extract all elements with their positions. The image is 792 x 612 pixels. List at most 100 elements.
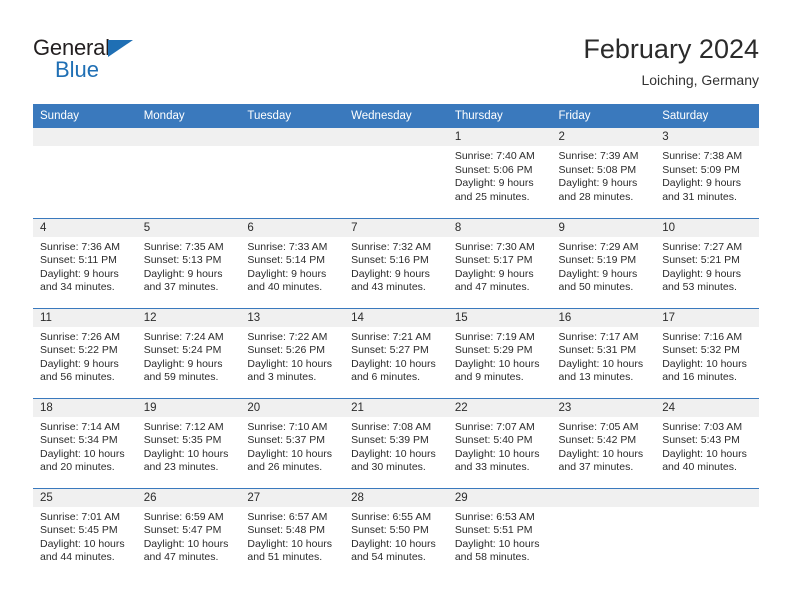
calendar-day-cell-empty: [33, 128, 137, 218]
daylight-text-line2: and 13 minutes.: [558, 371, 634, 384]
sunrise-text: Sunrise: 7:16 AM: [662, 330, 743, 343]
calendar-day-cell[interactable]: 27 Sunrise: 6:57 AM Sunset: 5:48 PM Dayligh…: [240, 487, 345, 578]
calendar-day-cell[interactable]: 15 Sunrise: 7:19 AM Sunset: 5:29 PM Dayligh…: [447, 307, 552, 398]
calendar-day-cell[interactable]: 20 Sunrise: 7:10 AM Sunset: 5:37 PM Dayligh…: [240, 397, 345, 488]
sunset-text: Sunset: 5:37 PM: [247, 434, 326, 447]
sunset-text: Sunset: 5:40 PM: [454, 434, 533, 447]
calendar-day-cell[interactable]: 23 Sunrise: 7:05 AM Sunset: 5:42 PM Dayligh…: [551, 397, 656, 488]
day-number: 26: [136, 488, 241, 507]
calendar-day-cell[interactable]: 3 Sunrise: 7:38 AM Sunset: 5:09 PM Daylight…: [655, 128, 759, 218]
day-details: [655, 507, 759, 511]
day-number: 5: [136, 218, 241, 237]
daylight-text-line1: Daylight: 10 hours: [454, 357, 540, 370]
sunrise-text: Sunrise: 7:01 AM: [40, 510, 120, 523]
calendar-day-cell[interactable]: 16 Sunrise: 7:17 AM Sunset: 5:31 PM Dayligh…: [551, 307, 656, 398]
sunset-text: Sunset: 5:42 PM: [558, 434, 637, 447]
calendar-day-cell[interactable]: 2 Sunrise: 7:39 AM Sunset: 5:08 PM Daylight…: [551, 128, 656, 218]
day-number: 4: [33, 218, 137, 237]
daylight-text-line1: Daylight: 9 hours: [454, 177, 534, 190]
calendar-day-cell[interactable]: 13 Sunrise: 7:22 AM Sunset: 5:26 PM Dayligh…: [240, 307, 345, 398]
daylight-text-line2: and 44 minutes.: [40, 551, 115, 564]
day-number: 28: [344, 488, 448, 507]
day-number: 14: [344, 308, 448, 327]
logo-text-blue: Blue: [55, 57, 100, 82]
day-details: [240, 146, 344, 150]
day-number: 3: [655, 128, 759, 146]
calendar-day-cell[interactable]: 18 Sunrise: 7:14 AM Sunset: 5:34 PM Dayligh…: [33, 397, 137, 488]
sunrise-text: Sunrise: 7:10 AM: [247, 420, 328, 433]
daylight-text-line2: and 16 minutes.: [662, 371, 737, 384]
daylight-text-line1: Daylight: 10 hours: [247, 357, 333, 370]
day-details: [344, 146, 448, 150]
calendar-day-cell[interactable]: 19 Sunrise: 7:12 AM Sunset: 5:35 PM Dayligh…: [136, 397, 241, 488]
calendar-day-cell-empty: [344, 128, 448, 218]
day-details: Sunrise: 7:17 AM Sunset: 5:31 PM Daylight:…: [552, 327, 656, 385]
calendar-day-cell[interactable]: 29 Sunrise: 6:53 AM Sunset: 5:51 PM Dayligh…: [447, 487, 552, 578]
calendar-day-cell[interactable]: 22 Sunrise: 7:07 AM Sunset: 5:40 PM Dayligh…: [447, 397, 552, 488]
sunrise-text: Sunrise: 6:59 AM: [143, 510, 224, 523]
sunrise-text: Sunrise: 7:07 AM: [454, 420, 535, 433]
sunrise-text: Sunrise: 7:32 AM: [351, 240, 432, 253]
calendar-day-cell[interactable]: 10 Sunrise: 7:27 AM Sunset: 5:21 PM Dayligh…: [655, 217, 759, 308]
day-details: Sunrise: 6:57 AM Sunset: 5:48 PM Daylight:…: [240, 507, 344, 565]
weekday-header-wednesday: Wednesday: [344, 104, 448, 128]
sunset-text: Sunset: 5:47 PM: [143, 524, 222, 537]
daylight-text-line1: Daylight: 9 hours: [40, 357, 119, 370]
day-details: Sunrise: 6:59 AM Sunset: 5:47 PM Daylight:…: [137, 507, 241, 565]
day-number: 19: [136, 398, 241, 417]
calendar-day-cell[interactable]: 14 Sunrise: 7:21 AM Sunset: 5:27 PM Dayligh…: [344, 307, 448, 398]
day-details: Sunrise: 7:05 AM Sunset: 5:42 PM Daylight:…: [552, 417, 656, 475]
day-details: Sunrise: 7:21 AM Sunset: 5:27 PM Daylight:…: [344, 327, 448, 385]
sunrise-text: Sunrise: 7:19 AM: [454, 330, 535, 343]
weekday-header-saturday: Saturday: [655, 104, 759, 128]
weekday-header-thursday: Thursday: [447, 104, 552, 128]
calendar-day-cell[interactable]: 7 Sunrise: 7:32 AM Sunset: 5:16 PM Daylight…: [344, 217, 448, 308]
calendar-day-cell[interactable]: 8 Sunrise: 7:30 AM Sunset: 5:17 PM Daylight…: [447, 217, 552, 308]
daylight-text-line1: Daylight: 10 hours: [662, 447, 747, 460]
sunrise-text: Sunrise: 7:05 AM: [558, 420, 639, 433]
sunrise-text: Sunrise: 7:33 AM: [247, 240, 328, 253]
calendar-day-cell[interactable]: 21 Sunrise: 7:08 AM Sunset: 5:39 PM Dayligh…: [344, 397, 448, 488]
calendar-day-cell[interactable]: 6 Sunrise: 7:33 AM Sunset: 5:14 PM Daylight…: [240, 217, 345, 308]
weekday-header-tuesday: Tuesday: [240, 104, 345, 128]
sunset-text: Sunset: 5:45 PM: [40, 524, 118, 537]
sunrise-text: Sunrise: 7:35 AM: [143, 240, 224, 253]
calendar-day-cell-empty: [136, 128, 241, 218]
day-details: Sunrise: 7:33 AM Sunset: 5:14 PM Daylight:…: [240, 237, 344, 295]
sunset-text: Sunset: 5:13 PM: [143, 254, 222, 267]
day-details: Sunrise: 6:53 AM Sunset: 5:51 PM Daylight:…: [448, 507, 552, 565]
calendar-day-cell[interactable]: 17 Sunrise: 7:16 AM Sunset: 5:32 PM Dayligh…: [655, 307, 759, 398]
daylight-text-line1: Daylight: 10 hours: [351, 537, 436, 550]
day-details: Sunrise: 7:26 AM Sunset: 5:22 PM Daylight:…: [33, 327, 137, 385]
calendar-day-cell[interactable]: 26 Sunrise: 6:59 AM Sunset: 5:47 PM Dayligh…: [136, 487, 241, 578]
sunset-text: Sunset: 5:31 PM: [558, 344, 637, 357]
calendar-day-cell[interactable]: 28 Sunrise: 6:55 AM Sunset: 5:50 PM Dayligh…: [344, 487, 448, 578]
logo-text-general: General: [33, 35, 110, 60]
daylight-text-line2: and 34 minutes.: [40, 281, 115, 294]
calendar-day-cell[interactable]: 11 Sunrise: 7:26 AM Sunset: 5:22 PM Dayligh…: [33, 307, 137, 398]
day-details: Sunrise: 7:19 AM Sunset: 5:29 PM Daylight:…: [448, 327, 552, 385]
daylight-text-line1: Daylight: 9 hours: [558, 267, 638, 280]
calendar-day-cell[interactable]: 1 Sunrise: 7:40 AM Sunset: 5:06 PM Daylight…: [447, 128, 552, 218]
calendar-day-cell[interactable]: 4 Sunrise: 7:36 AM Sunset: 5:11 PM Daylight…: [33, 217, 137, 308]
sunset-text: Sunset: 5:09 PM: [662, 163, 740, 176]
day-number: [551, 488, 656, 507]
calendar-week-row: 4 Sunrise: 7:36 AM Sunset: 5:11 PM Daylight…: [33, 217, 759, 308]
calendar-day-cell[interactable]: 12 Sunrise: 7:24 AM Sunset: 5:24 PM Dayligh…: [136, 307, 241, 398]
sunset-text: Sunset: 5:43 PM: [662, 434, 740, 447]
calendar-day-cell-empty: [240, 128, 345, 218]
sunset-text: Sunset: 5:50 PM: [351, 524, 429, 537]
weekday-header-friday: Friday: [551, 104, 656, 128]
calendar-day-cell[interactable]: 25 Sunrise: 7:01 AM Sunset: 5:45 PM Dayligh…: [33, 487, 137, 578]
daylight-text-line2: and 30 minutes.: [351, 461, 426, 474]
calendar-day-cell[interactable]: 5 Sunrise: 7:35 AM Sunset: 5:13 PM Daylight…: [136, 217, 241, 308]
day-details: Sunrise: 7:36 AM Sunset: 5:11 PM Daylight:…: [33, 237, 137, 295]
day-number: [136, 128, 241, 146]
page-title: February 2024: [583, 34, 759, 64]
sunrise-text: Sunrise: 7:40 AM: [454, 150, 535, 162]
day-details: Sunrise: 7:14 AM Sunset: 5:34 PM Daylight:…: [33, 417, 137, 475]
calendar-day-cell[interactable]: 24 Sunrise: 7:03 AM Sunset: 5:43 PM Dayligh…: [655, 397, 759, 488]
sunset-text: Sunset: 5:24 PM: [143, 344, 222, 357]
calendar-day-cell[interactable]: 9 Sunrise: 7:29 AM Sunset: 5:19 PM Daylight…: [551, 217, 656, 308]
sunset-text: Sunset: 5:51 PM: [454, 524, 533, 537]
